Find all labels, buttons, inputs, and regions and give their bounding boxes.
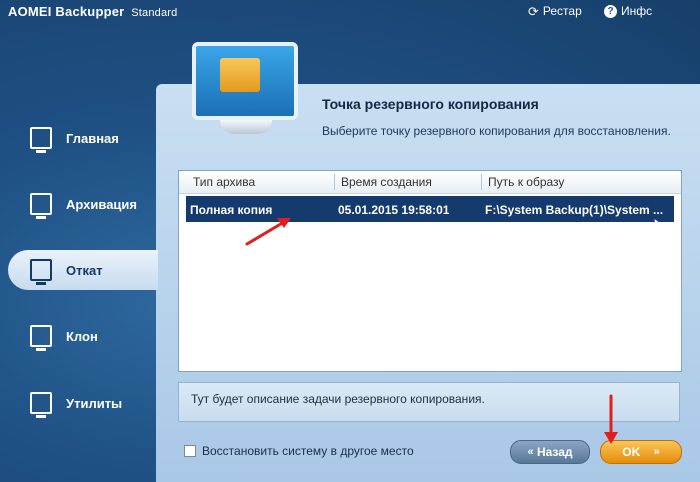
page-title: Точка резервного копирования: [322, 96, 539, 112]
sidebar-item-backup[interactable]: Архивация: [0, 184, 156, 224]
home-monitor-icon: [30, 127, 52, 153]
column-header-path[interactable]: Путь к образу: [488, 175, 564, 189]
chevron-left-icon: «: [527, 446, 534, 458]
monitor-stand: [220, 120, 272, 134]
sidebar-item-clone[interactable]: Клон: [0, 316, 156, 356]
cell-path: F:\System Backup(1)\System ...: [485, 203, 664, 217]
restore-elsewhere-option[interactable]: Восстановить систему в другое место: [184, 444, 414, 458]
refresh-icon: ⟳: [528, 3, 539, 19]
column-header-type[interactable]: Тип архива: [193, 175, 255, 189]
page-subtitle: Выберите точку резервного копирования дл…: [322, 124, 671, 138]
sidebar-item-label: Утилиты: [66, 395, 123, 411]
info-button[interactable]: ? Инфс: [604, 4, 652, 18]
cell-time: 05.01.2015 19:58:01: [338, 203, 450, 217]
ok-label: OK: [622, 445, 641, 459]
sidebar-item-restore[interactable]: Откат: [8, 250, 158, 290]
restore-monitor-illustration: [186, 40, 304, 140]
table-header: Тип архива Время создания Путь к образу: [179, 171, 681, 194]
sidebar-item-label: Откат: [66, 262, 103, 278]
sidebar-item-home[interactable]: Главная: [0, 118, 156, 158]
app-edition: Standard: [131, 7, 178, 19]
table-row[interactable]: Полная копия 05.01.2015 19:58:01 F:\Syst…: [186, 196, 674, 222]
backup-points-table: Тип архива Время создания Путь к образу …: [178, 170, 682, 372]
restore-icon: [30, 259, 52, 285]
backup-icon: [30, 193, 52, 219]
restore-elsewhere-checkbox[interactable]: [184, 445, 196, 457]
sidebar-item-tools[interactable]: Утилиты: [0, 383, 156, 423]
task-description: Тут будет описание задачи резервного коп…: [191, 392, 485, 406]
restart-label: Рестар: [542, 4, 582, 18]
question-icon: ?: [604, 4, 617, 18]
folder-icon: [220, 58, 260, 92]
sidebar-item-label: Главная: [66, 130, 119, 146]
back-button[interactable]: « Назад: [510, 440, 590, 464]
title-bar: AOMEI Backupper Standard ⟳ Рестар ? Инфс: [0, 0, 700, 26]
tools-icon: [30, 392, 52, 418]
restart-button[interactable]: ⟳ Рестар: [528, 4, 582, 18]
cell-type: Полная копия: [190, 203, 273, 217]
chevron-right-icon: »: [653, 446, 660, 458]
app-name: AOMEI Backupper: [8, 4, 125, 19]
sidebar-item-label: Архивация: [66, 196, 137, 212]
app-title: AOMEI Backupper Standard: [8, 4, 177, 19]
clone-icon: [30, 325, 52, 351]
column-separator[interactable]: [334, 174, 335, 190]
app-window: AOMEI Backupper Standard ⟳ Рестар ? Инфс…: [0, 0, 700, 482]
back-label: Назад: [536, 445, 573, 459]
column-header-time[interactable]: Время создания: [341, 175, 432, 189]
ok-button[interactable]: OK »: [600, 440, 682, 464]
column-separator[interactable]: [481, 174, 482, 190]
task-description-box: Тут будет описание задачи резервного коп…: [178, 382, 680, 422]
info-label: Инфс: [621, 4, 653, 18]
sidebar-item-label: Клон: [66, 328, 98, 344]
restore-elsewhere-label: Восстановить систему в другое место: [202, 444, 414, 458]
